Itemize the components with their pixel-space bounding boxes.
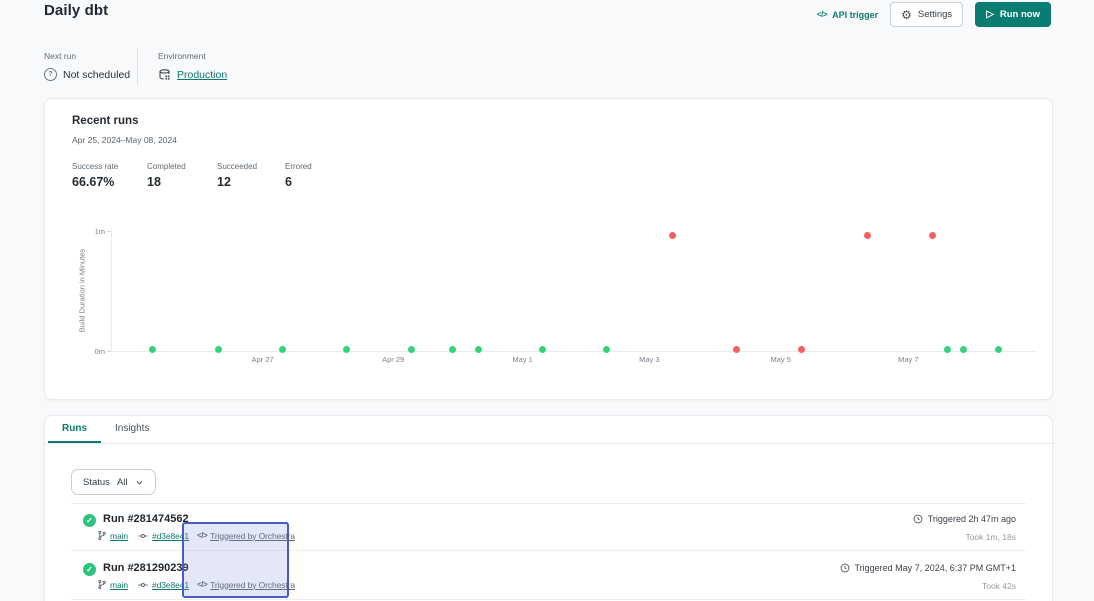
run-data-point-success[interactable] <box>449 346 456 353</box>
git-branch-icon <box>97 530 107 541</box>
run-data-point-success[interactable] <box>960 346 967 353</box>
stat-success-rate: Success rate 66.67% <box>72 162 118 189</box>
run-data-point-success[interactable] <box>343 346 350 353</box>
branch-group: main <box>97 579 128 590</box>
question-circle-icon: ? <box>44 68 57 81</box>
highlight-overlay <box>182 522 289 598</box>
triggered-time: Triggered May 7, 2024, 6:37 PM GMT+1 <box>840 563 1017 573</box>
next-run-text: Not scheduled <box>63 69 130 81</box>
run-duration: Took 42s <box>982 581 1016 591</box>
clock-icon <box>913 514 923 524</box>
play-icon: ▷ <box>986 10 994 20</box>
run-duration: Took 1m, 18s <box>965 532 1016 542</box>
code-icon: </> <box>817 10 827 19</box>
status-filter-value: All <box>117 477 128 488</box>
header-actions: </> API trigger ⚙ Settings ▷ Run now <box>817 1 1051 28</box>
chevron-down-icon <box>135 478 144 487</box>
run-data-point-success[interactable] <box>215 346 222 353</box>
gear-icon: ⚙ <box>901 9 912 21</box>
run-data-point-success[interactable] <box>408 346 415 353</box>
recent-runs-card: Recent runs Apr 25, 2024–May 08, 2024 Su… <box>44 98 1053 400</box>
run-title: Run #281290239 <box>103 562 189 574</box>
run-data-point-error[interactable] <box>733 346 740 353</box>
settings-button[interactable]: ⚙ Settings <box>890 2 963 27</box>
tab-runs[interactable]: Runs <box>48 416 101 443</box>
run-data-point-error[interactable] <box>798 346 805 353</box>
x-axis-tick-label: Apr 29 <box>382 355 404 364</box>
run-data-point-success[interactable] <box>149 346 156 353</box>
x-axis-line <box>111 351 1036 352</box>
run-data-point-success[interactable] <box>475 346 482 353</box>
git-branch-icon <box>97 579 107 590</box>
branch-link[interactable]: main <box>110 531 128 541</box>
x-axis-tick-label: May 3 <box>639 355 659 364</box>
stat-succeeded: Succeeded 12 <box>217 162 257 189</box>
stat-errored: Errored 6 <box>285 162 312 189</box>
run-data-point-success[interactable] <box>279 346 286 353</box>
page-title: Daily dbt <box>44 2 108 19</box>
run-now-button[interactable]: ▷ Run now <box>975 2 1051 27</box>
environment-label: Environment <box>158 51 206 61</box>
branch-group: main <box>97 530 128 541</box>
meta-divider <box>137 49 138 85</box>
row-divider <box>71 599 1026 600</box>
run-data-point-error[interactable] <box>929 232 936 239</box>
settings-label: Settings <box>918 9 952 20</box>
commit-icon <box>137 580 149 590</box>
run-now-label: Run now <box>1000 9 1040 20</box>
environment-value: Production <box>158 68 227 81</box>
commit-icon <box>137 531 149 541</box>
run-data-point-success[interactable] <box>539 346 546 353</box>
x-axis-tick-label: May 5 <box>770 355 790 364</box>
run-title: Run #281474562 <box>103 513 189 525</box>
next-run-value: ? Not scheduled <box>44 68 130 81</box>
x-axis-tick-label: May 7 <box>898 355 918 364</box>
environment-icon <box>158 68 171 81</box>
tab-insights[interactable]: Insights <box>101 416 163 443</box>
y-tick-1m: 1m <box>77 227 105 236</box>
stat-completed: Completed 18 <box>147 162 186 189</box>
recent-runs-date-range: Apr 25, 2024–May 08, 2024 <box>72 135 177 145</box>
run-data-point-success[interactable] <box>944 346 951 353</box>
api-trigger-link[interactable]: </> API trigger <box>817 10 878 20</box>
tab-bar: Runs Insights <box>45 416 1052 444</box>
y-tick-0m: 0m <box>77 347 105 356</box>
success-check-icon: ✓ <box>83 514 96 527</box>
job-page: Daily dbt </> API trigger ⚙ Settings ▷ R… <box>0 0 1094 601</box>
run-data-point-success[interactable] <box>603 346 610 353</box>
y-axis-line <box>111 231 112 351</box>
environment-link[interactable]: Production <box>177 69 227 81</box>
x-axis-tick-label: Apr 27 <box>252 355 274 364</box>
next-run-label: Next run <box>44 51 76 61</box>
branch-link[interactable]: main <box>110 580 128 590</box>
runs-card: Runs Insights Status All ✓ Run #28147456… <box>44 415 1053 601</box>
status-filter-label: Status <box>83 477 110 488</box>
triggered-time: Triggered 2h 47m ago <box>913 514 1016 524</box>
status-filter-dropdown[interactable]: Status All <box>71 469 156 495</box>
recent-runs-title: Recent runs <box>72 115 138 127</box>
run-data-point-error[interactable] <box>669 232 676 239</box>
x-axis-tick-label: May 1 <box>512 355 532 364</box>
run-data-point-error[interactable] <box>864 232 871 239</box>
clock-icon <box>840 563 850 573</box>
run-data-point-success[interactable] <box>995 346 1002 353</box>
list-divider <box>71 503 1026 504</box>
api-trigger-label: API trigger <box>832 10 878 20</box>
success-check-icon: ✓ <box>83 563 96 576</box>
